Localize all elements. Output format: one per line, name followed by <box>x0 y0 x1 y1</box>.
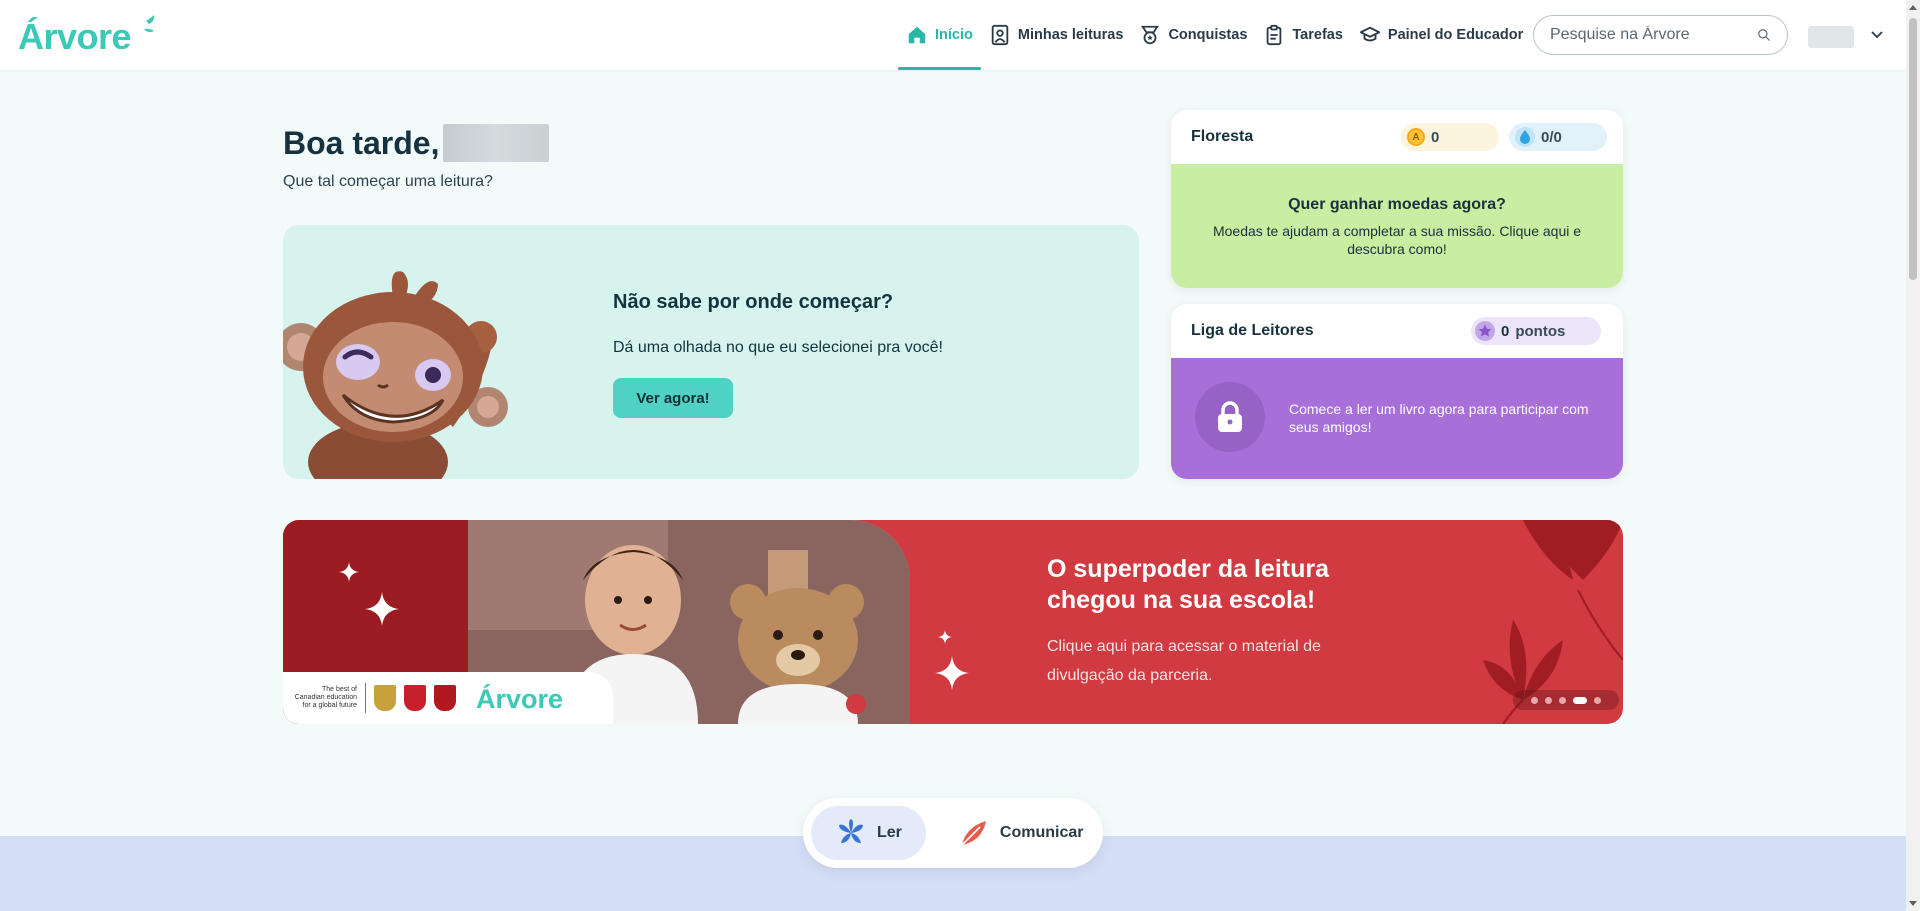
svg-text:Árvore: Árvore <box>476 683 563 714</box>
reader-icon <box>991 24 1009 46</box>
arvore-logo-small: Árvore <box>476 683 563 714</box>
nav-label-minhas-leituras: Minhas leituras <box>1017 27 1124 43</box>
liga-text: Comece a ler um livro agora para partici… <box>1289 401 1589 435</box>
floresta-header: Floresta A 0 0/0 <box>1171 110 1623 164</box>
suggestion-title: Não sabe por onde começar? <box>613 291 894 313</box>
earn-coins-text: Moedas te ajudam a completar a sua missã… <box>1212 223 1582 257</box>
tab-ler[interactable]: Ler <box>811 806 926 860</box>
scroll-up-arrow[interactable] <box>1909 5 1917 10</box>
leaf-icon <box>839 819 863 843</box>
partner-logos: The best of Canadian education for a glo… <box>283 672 613 724</box>
mode-toggle: Ler Comunicar <box>803 798 1103 868</box>
medal-icon <box>1141 25 1160 45</box>
coins-counter: A 0 <box>1401 123 1499 151</box>
top-header: Árvore Início Minhas leituras Conquistas… <box>0 0 1906 70</box>
carousel-dot[interactable] <box>1545 696 1552 704</box>
arvore-logo-wordmark: Árvore <box>18 15 155 55</box>
nav-label-painel-do-educador: Painel do Educador <box>1387 27 1524 43</box>
scroll-down-arrow[interactable] <box>1909 901 1917 906</box>
points-value: 0 <box>1501 322 1510 340</box>
nav-item-tarefas[interactable]: Tarefas <box>1255 0 1351 70</box>
liga-locked-panel[interactable]: Comece a ler um livro agora para partici… <box>1171 358 1623 479</box>
earn-coins-title: Quer ganhar moedas agora? <box>1288 196 1506 213</box>
carousel-dot[interactable] <box>1531 696 1538 704</box>
nav-item-inicio[interactable]: Início <box>898 0 981 70</box>
sparkle-icon <box>365 592 399 626</box>
chevron-down-icon[interactable] <box>1870 28 1884 42</box>
points-label: pontos <box>1515 322 1566 340</box>
coin-icon: A <box>1407 128 1425 146</box>
nav-item-conquistas[interactable]: Conquistas <box>1131 0 1255 70</box>
clipboard-icon <box>1267 24 1282 46</box>
carousel-dot[interactable] <box>1559 696 1566 704</box>
suggestion-text: Dá uma olhada no que eu selecionei pra v… <box>613 339 943 356</box>
user-avatar[interactable] <box>1808 26 1854 48</box>
tab-comunicar-label: Comunicar <box>999 824 1084 841</box>
coins-value: 0 <box>1431 128 1440 146</box>
nav-item-minhas-leituras[interactable]: Minhas leituras <box>981 0 1132 70</box>
liga-header: Liga de Leitores 0 pontos <box>1171 304 1623 358</box>
graduation-cap-icon <box>1359 26 1380 42</box>
scrollbar-thumb[interactable] <box>1909 18 1917 280</box>
partnership-banner[interactable]: The best of Canadian education for a glo… <box>283 520 1623 724</box>
divider <box>365 683 366 713</box>
sparkle-icon <box>935 656 969 690</box>
svg-text:Árvore: Árvore <box>18 16 131 55</box>
water-value: 0/0 <box>1541 128 1562 146</box>
nav-label-conquistas: Conquistas <box>1168 27 1248 43</box>
home-icon <box>908 26 926 44</box>
water-drop-icon <box>1515 127 1535 147</box>
banner-title: O superpoder da leitura chegou na sua es… <box>1047 555 1330 614</box>
star-icon <box>1475 321 1495 341</box>
nav-label-tarefas: Tarefas <box>1292 27 1343 43</box>
sparkle-icon <box>339 562 359 582</box>
carousel-dot[interactable] <box>1594 696 1601 704</box>
earn-coins-cta[interactable]: Quer ganhar moedas agora? Moedas te ajud… <box>1171 164 1623 288</box>
carousel-dots <box>1513 690 1619 710</box>
tab-ler-label: Ler <box>877 824 902 841</box>
search-icon[interactable] <box>1757 26 1771 44</box>
user-name-redacted <box>443 124 550 162</box>
lock-badge <box>1195 382 1265 452</box>
nav-item-painel-do-educador[interactable]: Painel do Educador <box>1351 0 1531 70</box>
floresta-title: Floresta <box>1191 128 1254 145</box>
monkey-mascot-illustration <box>283 271 508 479</box>
nav-label-inicio: Início <box>935 27 973 43</box>
school-crest-icon <box>404 685 426 711</box>
partner-tagline: The best of Canadian education for a glo… <box>294 686 357 709</box>
school-crest-icon <box>374 685 396 711</box>
suggestion-card: Não sabe por onde começar? Dá uma olhada… <box>283 225 1139 479</box>
arvore-logo[interactable]: Árvore <box>18 15 160 55</box>
banner-text: Clique aqui para acessar o material de d… <box>1047 638 1321 684</box>
points-counter: 0 pontos <box>1471 317 1601 345</box>
search-input[interactable] <box>1550 26 1757 44</box>
page-scrollbar[interactable] <box>1906 0 1920 911</box>
tab-comunicar[interactable]: Comunicar <box>934 806 1108 860</box>
ver-agora-button[interactable]: Ver agora! <box>613 378 733 418</box>
carousel-dot-active[interactable] <box>1573 696 1587 704</box>
floresta-card[interactable]: Floresta A 0 0/0 Quer ganhar moedas agor… <box>1171 110 1623 288</box>
feather-icon <box>961 821 986 846</box>
greeting-title: Boa tarde, <box>283 124 550 162</box>
liga-de-leitores-card[interactable]: Liga de Leitores 0 pontos Comece a ler u… <box>1171 304 1623 479</box>
water-counter: 0/0 <box>1509 123 1607 151</box>
school-crest-icon <box>434 685 456 711</box>
greeting-text: Boa tarde, <box>283 124 440 161</box>
greeting-subtitle: Que tal começar uma leitura? <box>283 173 493 190</box>
lock-icon <box>1218 401 1242 432</box>
sparkle-icon <box>938 630 952 644</box>
liga-title: Liga de Leitores <box>1191 322 1314 339</box>
search-box <box>1533 15 1788 55</box>
main-nav: Início Minhas leituras Conquistas Tarefa… <box>898 0 1531 70</box>
